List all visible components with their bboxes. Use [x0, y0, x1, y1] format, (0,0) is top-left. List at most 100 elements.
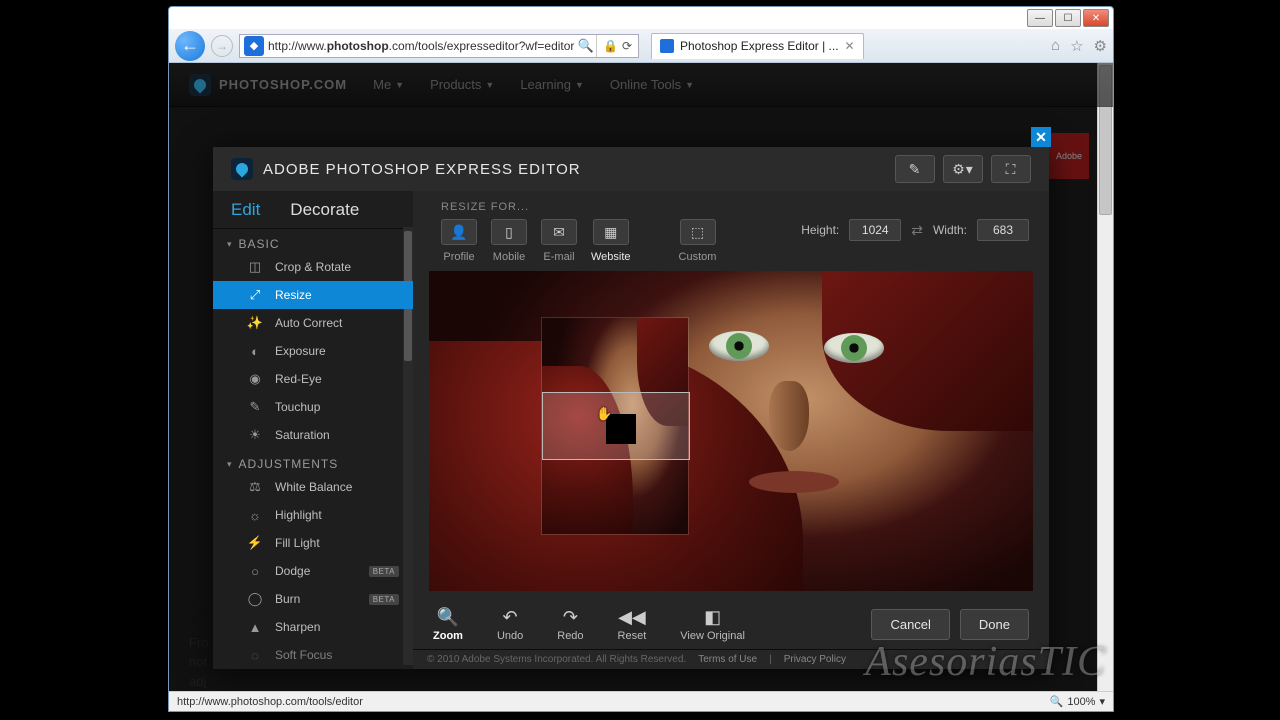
- tool-auto-correct[interactable]: ✨Auto Correct: [213, 309, 413, 337]
- options-bar: RESIZE FOR... 👤Profile ▯Mobile ✉E-mail ▦…: [413, 191, 1049, 267]
- tool-white-balance[interactable]: ⚖White Balance: [213, 473, 413, 501]
- zoom-icon: 🔍: [1050, 695, 1064, 708]
- site-logo[interactable]: PHOTOSHOP.COM: [189, 74, 347, 96]
- express-editor-modal: ✕ ADOBE PHOTOSHOP EXPRESS EDITOR ✎ ⚙▾ ⛶ …: [213, 147, 1049, 669]
- tab-title: Photoshop Express Editor | ...: [680, 39, 839, 53]
- preset-mobile[interactable]: ▯Mobile: [491, 219, 527, 263]
- tab-favicon: [660, 39, 674, 53]
- nav-online-tools[interactable]: Online Tools▼: [610, 77, 694, 92]
- browser-toolbar: ← → ◆ http://www.photoshop.com/tools/exp…: [169, 29, 1113, 63]
- done-button[interactable]: Done: [960, 609, 1029, 640]
- modal-footer: © 2010 Adobe Systems Incorporated. All R…: [413, 649, 1049, 669]
- tool-highlight[interactable]: ☼Highlight: [213, 501, 413, 529]
- dodge-icon: ○: [247, 563, 263, 579]
- bottom-toolbar: 🔍Zoom ↶Undo ↷Redo ◀◀Reset ◧View Original…: [413, 599, 1049, 649]
- balance-icon: ⚖: [247, 479, 263, 495]
- address-bar[interactable]: ◆ http://www.photoshop.com/tools/express…: [239, 34, 639, 58]
- privacy-link[interactable]: Privacy Policy: [784, 654, 846, 665]
- tool-saturation[interactable]: ☀Saturation: [213, 421, 413, 449]
- highlight-icon: ☼: [247, 507, 263, 523]
- photoshop-logo-icon: [189, 74, 211, 96]
- view-original-button[interactable]: ◧View Original: [680, 607, 745, 642]
- preset-custom[interactable]: ⬚Custom: [679, 219, 717, 263]
- browser-tab[interactable]: Photoshop Express Editor | ... ✕: [651, 33, 864, 59]
- height-label: Height:: [801, 223, 839, 237]
- tool-dodge[interactable]: ○DodgeBETA: [213, 557, 413, 585]
- compare-icon: ◧: [704, 607, 721, 628]
- reset-button[interactable]: ◀◀Reset: [618, 607, 647, 642]
- resize-icon: ⤢: [247, 287, 263, 303]
- favorites-icon[interactable]: ☆: [1070, 37, 1083, 55]
- tool-fill-light[interactable]: ⚡Fill Light: [213, 529, 413, 557]
- window-controls: — ☐ ✕: [1027, 9, 1109, 27]
- burn-icon: ◯: [247, 591, 263, 607]
- softfocus-icon: ◌: [247, 647, 263, 663]
- tool-red-eye[interactable]: ◉Red-Eye: [213, 365, 413, 393]
- navigator-thumbnail[interactable]: ✋: [541, 317, 689, 535]
- crop-icon: ◫: [247, 259, 263, 275]
- preset-profile[interactable]: 👤Profile: [441, 219, 477, 263]
- header-settings-icon[interactable]: ⚙▾: [943, 155, 983, 183]
- reset-icon: ◀◀: [618, 607, 646, 628]
- sidebar: Edit Decorate BASIC ◫Crop & Rotate ⤢Resi…: [213, 191, 413, 669]
- main-panel: RESIZE FOR... 👤Profile ▯Mobile ✉E-mail ▦…: [413, 191, 1049, 669]
- tool-resize[interactable]: ⤢Resize: [213, 281, 413, 309]
- tool-soft-focus[interactable]: ◌Soft Focus: [213, 641, 413, 669]
- header-undo-icon[interactable]: ✎: [895, 155, 935, 183]
- tab-edit[interactable]: Edit: [231, 200, 260, 220]
- search-icon[interactable]: 🔍: [576, 38, 596, 54]
- brush-icon: ✎: [247, 399, 263, 415]
- mobile-icon: ▯: [505, 224, 513, 241]
- back-button[interactable]: ←: [175, 31, 205, 61]
- forward-button[interactable]: →: [211, 35, 233, 57]
- wand-icon: ✨: [247, 315, 263, 331]
- tool-crop-rotate[interactable]: ◫Crop & Rotate: [213, 253, 413, 281]
- website-icon: ▦: [604, 224, 617, 241]
- tab-decorate[interactable]: Decorate: [290, 200, 359, 220]
- swap-dimensions-icon[interactable]: ⇄: [911, 222, 923, 239]
- home-icon[interactable]: ⌂: [1051, 37, 1060, 55]
- site-favicon: ◆: [244, 36, 264, 56]
- height-input[interactable]: [849, 219, 901, 241]
- minimize-button[interactable]: —: [1027, 9, 1053, 27]
- zoom-dropdown-icon[interactable]: ▾: [1099, 695, 1105, 708]
- header-fullscreen-icon[interactable]: ⛶: [991, 155, 1031, 183]
- section-adjustments[interactable]: ADJUSTMENTS: [213, 449, 413, 473]
- nav-me[interactable]: Me▼: [373, 77, 404, 92]
- sharpen-icon: ▲: [247, 619, 263, 635]
- undo-button[interactable]: ↶Undo: [497, 607, 523, 642]
- terms-link[interactable]: Terms of Use: [698, 654, 757, 665]
- profile-icon: 👤: [450, 224, 467, 241]
- nav-learning[interactable]: Learning▼: [520, 77, 584, 92]
- zoom-tool[interactable]: 🔍Zoom: [433, 607, 463, 642]
- canvas[interactable]: ✋: [429, 271, 1033, 591]
- cancel-button[interactable]: Cancel: [871, 609, 949, 640]
- modal-title: ADOBE PHOTOSHOP EXPRESS EDITOR: [263, 161, 581, 178]
- tool-exposure[interactable]: ◐Exposure: [213, 337, 413, 365]
- section-basic[interactable]: BASIC: [213, 229, 413, 253]
- email-icon: ✉: [553, 224, 565, 241]
- page-content: PHOTOSHOP.COM Me▼ Products▼ Learning▼ On…: [169, 63, 1113, 691]
- modal-close-button[interactable]: ✕: [1031, 127, 1051, 147]
- eye-icon: ◉: [247, 371, 263, 387]
- tab-close-icon[interactable]: ✕: [845, 39, 855, 53]
- window-close-button[interactable]: ✕: [1083, 9, 1109, 27]
- tools-icon[interactable]: ⚙: [1094, 37, 1107, 55]
- modal-header: ADOBE PHOTOSHOP EXPRESS EDITOR ✎ ⚙▾ ⛶: [213, 147, 1049, 191]
- tool-sharpen[interactable]: ▲Sharpen: [213, 613, 413, 641]
- nav-products[interactable]: Products▼: [430, 77, 494, 92]
- photoshop-logo-icon: [231, 158, 253, 180]
- page-scrollbar[interactable]: [1097, 63, 1113, 691]
- preset-email[interactable]: ✉E-mail: [541, 219, 577, 263]
- zoom-level: 100%: [1067, 696, 1095, 708]
- adobe-badge: Adobe: [1049, 133, 1089, 179]
- redo-button[interactable]: ↷Redo: [557, 607, 583, 642]
- photo-preview: [429, 271, 1033, 591]
- width-input[interactable]: [977, 219, 1029, 241]
- tool-touchup[interactable]: ✎Touchup: [213, 393, 413, 421]
- preset-website[interactable]: ▦Website: [591, 219, 631, 263]
- maximize-button[interactable]: ☐: [1055, 9, 1081, 27]
- refresh-icon[interactable]: ⟳: [622, 39, 632, 53]
- tool-burn[interactable]: ◯BurnBETA: [213, 585, 413, 613]
- undo-icon: ↶: [503, 607, 518, 628]
